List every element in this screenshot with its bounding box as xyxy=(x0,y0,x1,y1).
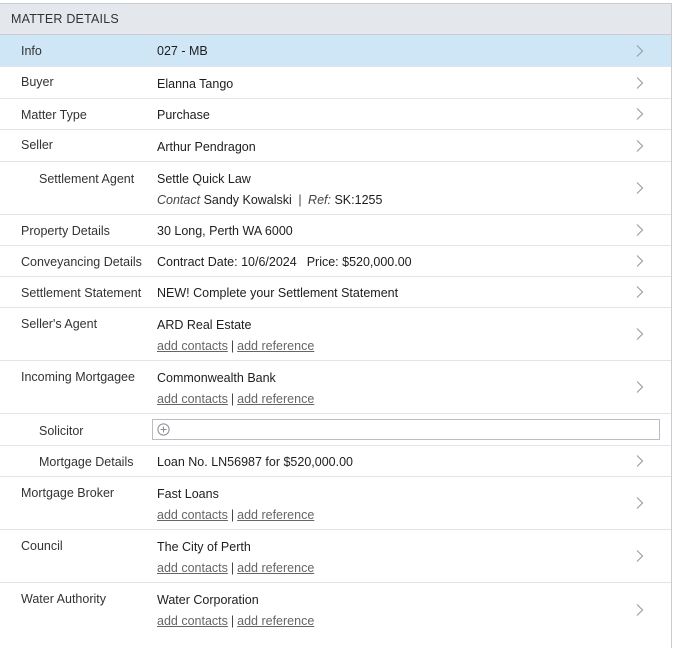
add-reference-link[interactable]: add reference xyxy=(237,392,314,406)
row-value: 027 - MB xyxy=(157,44,208,58)
row-solicitor: Solicitor xyxy=(0,414,671,446)
separator: | xyxy=(230,508,235,522)
row-label: Matter Type xyxy=(21,108,87,122)
row-label: Mortgage Broker xyxy=(21,486,115,500)
contact-name: Sandy Kowalski xyxy=(203,193,292,207)
add-reference-link[interactable]: add reference xyxy=(237,339,314,353)
chevron-right-icon xyxy=(635,496,645,510)
row-value-group: Contract Date: 10/6/2024 Price: $520,000.… xyxy=(157,254,671,270)
solicitor-input[interactable] xyxy=(152,419,660,440)
row-value-group: Fast Loans add contacts | add reference xyxy=(157,486,671,523)
row-value: Loan No. LN56987 for $520,000.00 xyxy=(157,455,353,469)
row-label: Mortgage Details xyxy=(39,455,134,469)
row-label: Settlement Statement xyxy=(21,286,142,300)
row-value: 30 Long, Perth WA 6000 xyxy=(157,224,293,238)
chevron-right-icon xyxy=(635,223,645,237)
row-value-group: The City of Perth add contacts | add refer… xyxy=(157,539,671,576)
row-label: Conveyancing Details xyxy=(21,255,142,269)
chevron-right-icon xyxy=(635,603,645,617)
row-water-authority[interactable]: Water Authority Water Corporation add co… xyxy=(0,583,671,636)
chevron-right-icon xyxy=(635,327,645,341)
mortgagee-name: Commonwealth Bank xyxy=(157,371,276,385)
contact-links: add contacts | add reference xyxy=(157,613,671,629)
add-reference-link[interactable]: add reference xyxy=(237,561,314,575)
chevron-right-icon xyxy=(635,454,645,468)
sellers-agent-name: ARD Real Estate xyxy=(157,318,252,332)
panel-title: MATTER DETAILS xyxy=(11,12,119,26)
row-label: Water Authority xyxy=(21,592,106,606)
plus-circle-icon[interactable] xyxy=(157,423,170,436)
water-authority-name: Water Corporation xyxy=(157,593,259,607)
add-contacts-link[interactable]: add contacts xyxy=(157,561,228,575)
row-mortgage-details[interactable]: Mortgage Details Loan No. LN56987 for $5… xyxy=(0,446,671,477)
add-contacts-link[interactable]: add contacts xyxy=(157,392,228,406)
row-label: Council xyxy=(21,539,63,553)
mortgage-broker-name: Fast Loans xyxy=(157,487,219,501)
contract-date: Contract Date: 10/6/2024 xyxy=(157,255,297,269)
row-settlement-statement[interactable]: Settlement Statement NEW! Complete your … xyxy=(0,277,671,308)
ref-prefix: Ref: xyxy=(308,193,331,207)
chevron-right-icon xyxy=(635,380,645,394)
settlement-agent-name: Settle Quick Law xyxy=(157,172,251,186)
row-label: Seller's Agent xyxy=(21,317,98,331)
add-contacts-link[interactable]: add contacts xyxy=(157,339,228,353)
row-value-group: Commonwealth Bank add contacts | add refer… xyxy=(157,370,671,407)
row-value-group: ARD Real Estate add contacts | add referen… xyxy=(157,317,671,354)
row-label: Property Details xyxy=(21,224,110,238)
row-settlement-agent[interactable]: Settlement Agent Settle Quick Law Contac… xyxy=(0,162,671,215)
council-name: The City of Perth xyxy=(157,540,251,554)
row-matter-type[interactable]: Matter Type Purchase xyxy=(0,99,671,130)
row-value: Arthur Pendragon xyxy=(157,140,256,154)
row-label: Settlement Agent xyxy=(39,172,135,186)
separator: | xyxy=(298,193,302,207)
separator: | xyxy=(230,339,235,353)
row-sellers-agent[interactable]: Seller's Agent ARD Real Estate add conta… xyxy=(0,308,671,361)
separator: | xyxy=(230,561,235,575)
row-property-details[interactable]: Property Details 30 Long, Perth WA 6000 xyxy=(0,215,671,246)
chevron-right-icon xyxy=(635,285,645,299)
contract-price: Price: $520,000.00 xyxy=(306,255,412,269)
row-mortgage-broker[interactable]: Mortgage Broker Fast Loans add contacts |… xyxy=(0,477,671,530)
row-label: Buyer xyxy=(21,75,54,89)
row-label: Seller xyxy=(21,138,53,152)
chevron-right-icon xyxy=(635,549,645,563)
contact-links: add contacts | add reference xyxy=(157,560,671,576)
panel-header: MATTER DETAILS xyxy=(0,4,671,35)
row-value-group: Water Corporation add contacts | add refer… xyxy=(157,592,671,629)
row-value: NEW! Complete your Settlement Statement xyxy=(157,286,399,300)
ref-value: SK:1255 xyxy=(334,193,383,207)
row-label: Info xyxy=(21,44,42,58)
chevron-right-icon xyxy=(635,254,645,268)
contact-links: add contacts | add reference xyxy=(157,338,671,354)
settlement-agent-contact-line: Contact Sandy Kowalski | Ref: SK:1255 xyxy=(157,192,671,208)
contact-links: add contacts | add reference xyxy=(157,391,671,407)
row-incoming-mortgagee[interactable]: Incoming Mortgagee Commonwealth Bank add… xyxy=(0,361,671,414)
row-value: Purchase xyxy=(157,108,210,122)
row-council[interactable]: Council The City of Perth add contacts | a… xyxy=(0,530,671,583)
contact-links: add contacts | add reference xyxy=(157,507,671,523)
add-contacts-link[interactable]: add contacts xyxy=(157,508,228,522)
chevron-right-icon xyxy=(635,44,645,58)
contact-prefix: Contact xyxy=(157,193,201,207)
add-reference-link[interactable]: add reference xyxy=(237,614,314,628)
row-value-group: Settle Quick Law Contact Sandy Kowalski … xyxy=(157,171,671,208)
row-label: Incoming Mortgagee xyxy=(21,370,135,384)
chevron-right-icon xyxy=(635,181,645,195)
separator: | xyxy=(230,392,235,406)
row-conveyancing-details[interactable]: Conveyancing Details Contract Date: 10/6… xyxy=(0,246,671,277)
row-buyer[interactable]: Buyer Elanna Tango xyxy=(0,67,671,99)
add-reference-link[interactable]: add reference xyxy=(237,508,314,522)
separator: | xyxy=(230,614,235,628)
chevron-right-icon xyxy=(635,76,645,90)
row-seller[interactable]: Seller Arthur Pendragon xyxy=(0,130,671,162)
chevron-right-icon xyxy=(635,139,645,153)
row-label: Solicitor xyxy=(39,424,84,438)
row-info[interactable]: Info 027 - MB xyxy=(0,35,671,67)
row-value: Elanna Tango xyxy=(157,77,234,91)
chevron-right-icon xyxy=(635,107,645,121)
matter-details-panel: MATTER DETAILS Info 027 - MB Buyer Elann… xyxy=(0,3,672,648)
add-contacts-link[interactable]: add contacts xyxy=(157,614,228,628)
